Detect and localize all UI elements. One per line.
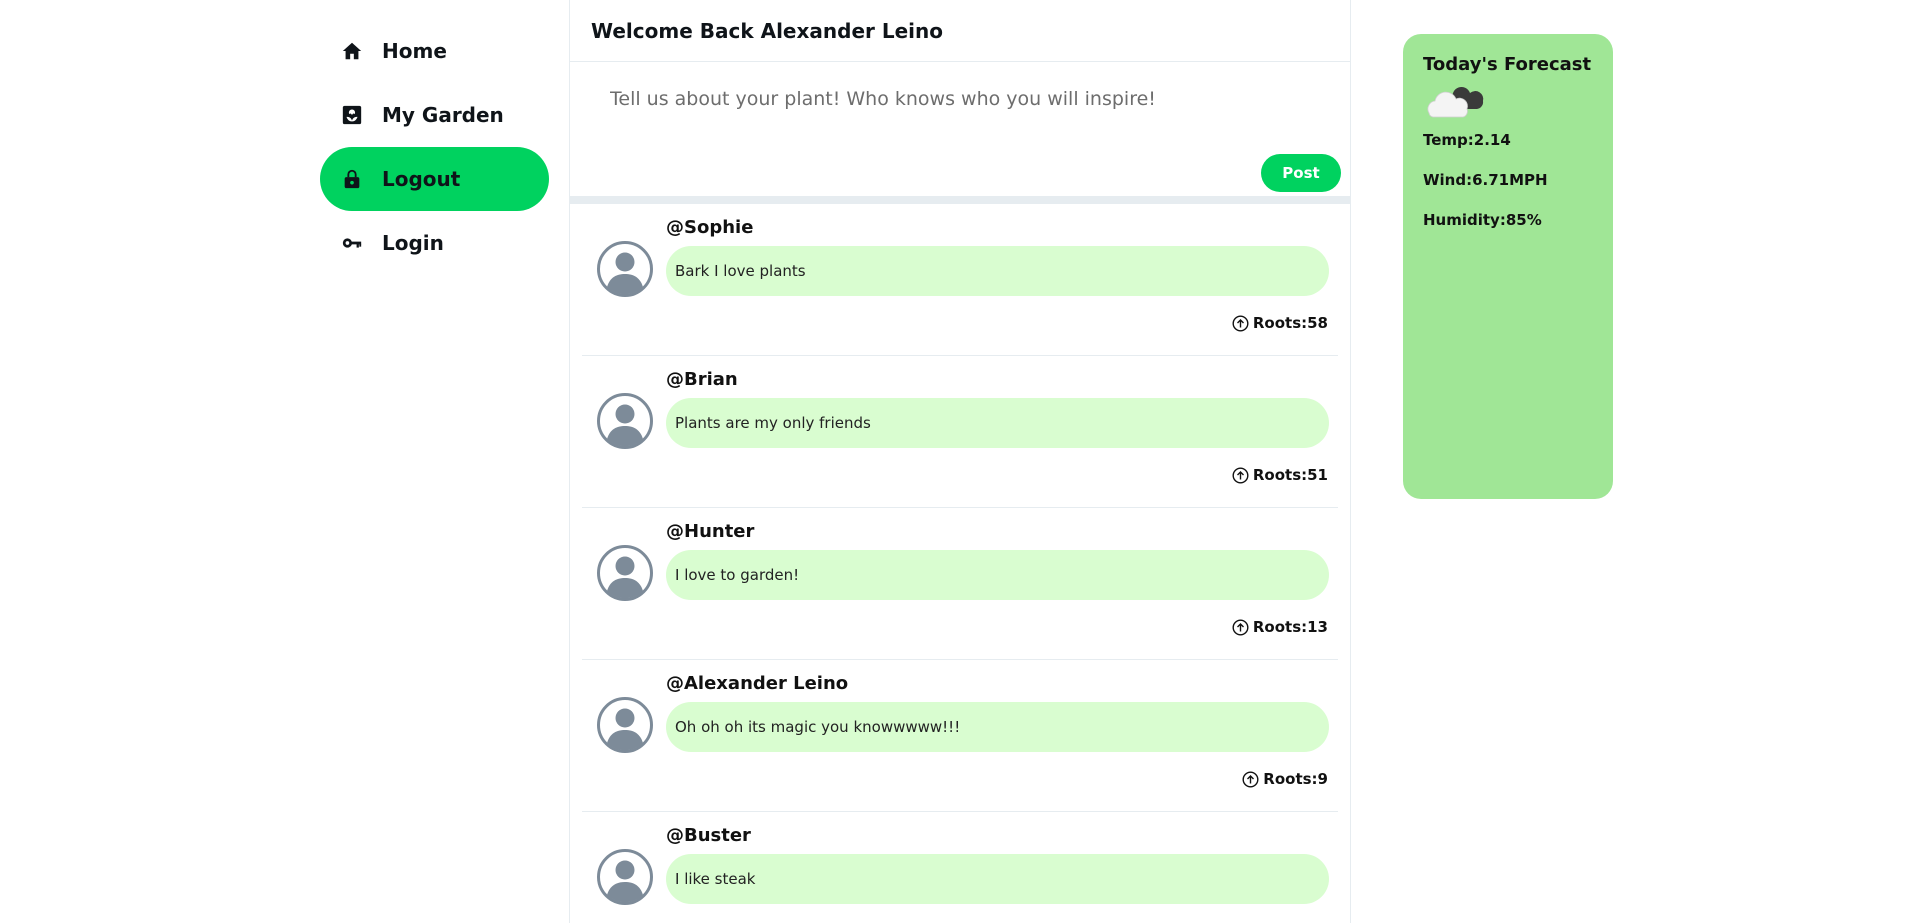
post-text: Bark I love plants: [666, 246, 1329, 296]
page-title: Welcome Back Alexander Leino: [570, 0, 1350, 62]
roots-button[interactable]: Roots:51: [1232, 466, 1328, 484]
arrow-up-circle-icon: [1232, 314, 1249, 332]
home-icon: [340, 39, 364, 63]
post-username[interactable]: @Buster: [666, 825, 751, 846]
post-button[interactable]: Post: [1261, 154, 1341, 192]
roots-count: Roots:58: [1252, 314, 1328, 332]
forecast-panel: Today's Forecast Temp:2.14 Wind:6.71MPH …: [1403, 34, 1613, 499]
forecast-humidity: Humidity:85%: [1423, 211, 1542, 229]
sidebar-item-login[interactable]: Login: [320, 211, 549, 275]
post-text: Plants are my only friends: [666, 398, 1329, 448]
roots-count: Roots:9: [1263, 770, 1328, 788]
post-input[interactable]: [610, 88, 1310, 110]
arrow-up-circle-icon: [1232, 618, 1249, 636]
avatar[interactable]: [596, 240, 654, 298]
post-item: @Sophie Bark I love plants Roots:58: [582, 204, 1338, 356]
post-text: I like steak: [666, 854, 1329, 904]
post-item: @Brian Plants are my only friends Roots:…: [582, 356, 1338, 508]
cloud-icon: [1423, 79, 1487, 119]
roots-count: Roots:51: [1252, 466, 1328, 484]
forecast-title: Today's Forecast: [1423, 54, 1592, 75]
post-username[interactable]: @Brian: [666, 369, 738, 390]
roots-button[interactable]: Roots:13: [1232, 618, 1328, 636]
sidebar-item-label: Home: [382, 39, 447, 63]
forecast-wind: Wind:6.71MPH: [1423, 171, 1548, 189]
post-item: @Hunter I love to garden! Roots:13: [582, 508, 1338, 660]
forecast-temp: Temp:2.14: [1423, 131, 1511, 149]
app-root: Home My Garden Logout Login Welcome Back…: [0, 0, 1919, 923]
sidebar-item-label: My Garden: [382, 103, 504, 127]
post-text: I love to garden!: [666, 550, 1329, 600]
avatar[interactable]: [596, 848, 654, 906]
avatar[interactable]: [596, 696, 654, 754]
roots-count: Roots:13: [1252, 618, 1328, 636]
arrow-up-circle-icon: [1242, 770, 1259, 788]
avatar[interactable]: [596, 544, 654, 602]
sidebar-item-home[interactable]: Home: [320, 19, 549, 83]
sidebar-item-my-garden[interactable]: My Garden: [320, 83, 549, 147]
lock-icon: [340, 167, 364, 191]
avatar[interactable]: [596, 392, 654, 450]
post-composer: Post: [570, 62, 1350, 204]
sidebar-item-label: Login: [382, 231, 444, 255]
key-icon: [340, 231, 364, 255]
post-username[interactable]: @Alexander Leino: [666, 673, 848, 694]
sidebar-item-logout[interactable]: Logout: [320, 147, 549, 211]
post-item: @Buster I like steak: [582, 812, 1338, 923]
roots-button[interactable]: Roots:58: [1232, 314, 1328, 332]
arrow-up-circle-icon: [1232, 466, 1249, 484]
roots-button[interactable]: Roots:9: [1242, 770, 1328, 788]
post-username[interactable]: @Sophie: [666, 217, 753, 238]
garden-icon: [340, 103, 364, 127]
sidebar-item-label: Logout: [382, 167, 461, 191]
feed: Welcome Back Alexander Leino Post @Sophi…: [569, 0, 1351, 923]
post-text: Oh oh oh its magic you knowwwww!!!: [666, 702, 1329, 752]
post-item: @Alexander Leino Oh oh oh its magic you …: [582, 660, 1338, 812]
post-username[interactable]: @Hunter: [666, 521, 754, 542]
sidebar-nav: Home My Garden Logout Login: [320, 19, 549, 275]
